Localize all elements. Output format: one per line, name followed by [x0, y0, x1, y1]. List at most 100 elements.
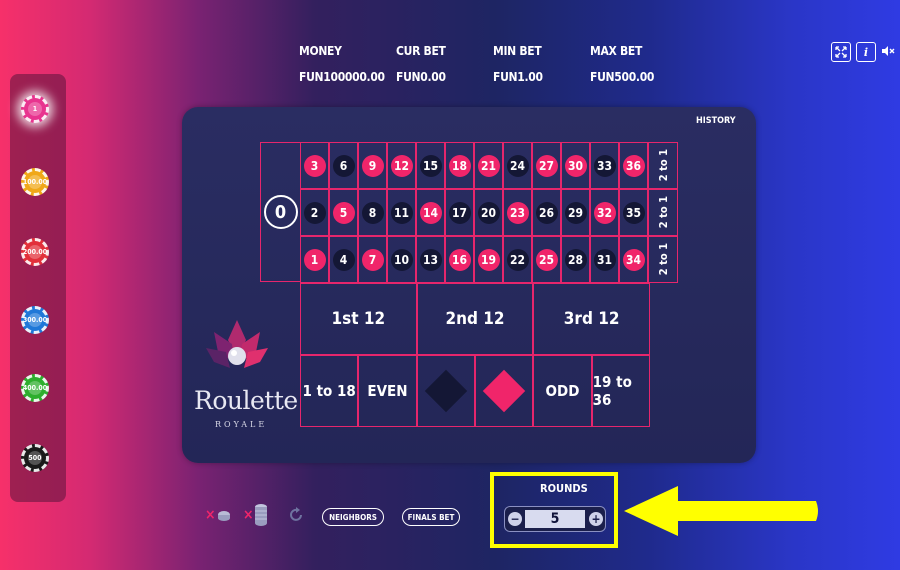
logo-subtitle: ROYALE [215, 420, 268, 429]
history-button[interactable]: HISTORY [696, 116, 736, 126]
number-cell[interactable]: 25 [532, 236, 561, 283]
number-21: 21 [477, 154, 500, 177]
clear-x-icon: × [205, 507, 216, 523]
number-cell[interactable]: 21 [474, 142, 503, 189]
number-34: 34 [622, 248, 645, 271]
chip-6[interactable]: 500 [21, 444, 49, 472]
number-cell[interactable]: 24 [503, 142, 532, 189]
number-cell[interactable]: 36 [619, 142, 648, 189]
number-cell[interactable]: 10 [387, 236, 416, 283]
number-cell[interactable]: 17 [445, 189, 474, 236]
column-bet-label: 2 to 1 [656, 243, 670, 276]
number-29: 29 [564, 201, 587, 224]
high-bet[interactable]: 19 to 36 [591, 355, 650, 427]
number-2: 2 [303, 201, 326, 224]
number-cell[interactable]: 8 [358, 189, 387, 236]
number-cell[interactable]: 31 [590, 236, 619, 283]
clear-last-bet-button[interactable]: × [205, 507, 216, 523]
chip-3[interactable]: 200.00 [21, 238, 49, 266]
rebet-button[interactable] [288, 507, 304, 523]
chip-4[interactable]: 300.00 [21, 306, 49, 334]
even-bet[interactable]: EVEN [358, 355, 417, 427]
number-cell[interactable]: 18 [445, 142, 474, 189]
fullscreen-icon [835, 46, 847, 58]
rounds-increase-button[interactable]: + [589, 512, 603, 526]
column-bet-1[interactable]: 2 to 1 [648, 142, 678, 189]
number-cell[interactable]: 15 [416, 142, 445, 189]
dozen-bet-2[interactable]: 2nd 12 [416, 283, 534, 355]
number-9: 9 [361, 154, 384, 177]
number-cell[interactable]: 2 [300, 189, 329, 236]
current-bet-value: FUN0.00 [396, 70, 446, 84]
chip-1[interactable]: 1 [21, 95, 49, 123]
even-bet-label: EVEN [367, 382, 408, 400]
money-stat: MONEY FUN100000.00 [299, 44, 385, 84]
number-28: 28 [564, 248, 587, 271]
mute-button[interactable] [879, 42, 897, 60]
number-cell[interactable]: 23 [503, 189, 532, 236]
dozen-bet-1[interactable]: 1st 12 [300, 283, 417, 355]
clear-all-bets-button[interactable]: × [243, 507, 254, 523]
number-5: 5 [332, 201, 355, 224]
neighbors-button[interactable]: NEIGHBORS [322, 508, 384, 526]
dozen-label: 1st 12 [331, 309, 386, 329]
number-cell[interactable]: 3 [300, 142, 329, 189]
black-bet[interactable] [416, 355, 475, 427]
rounds-stepper[interactable]: − 5 + [504, 506, 606, 532]
number-cell[interactable]: 14 [416, 189, 445, 236]
chip-value: 400.00 [23, 381, 47, 395]
number-cell[interactable]: 33 [590, 142, 619, 189]
number-24: 24 [506, 154, 529, 177]
min-bet-value: FUN1.00 [493, 70, 543, 84]
number-cell[interactable]: 30 [561, 142, 590, 189]
rounds-value[interactable]: 5 [525, 510, 585, 528]
number-cell[interactable]: 6 [329, 142, 358, 189]
number-22: 22 [506, 248, 529, 271]
red-bet[interactable] [474, 355, 534, 427]
roulette-royale-logo-icon [206, 320, 268, 368]
money-value: FUN100000.00 [299, 70, 385, 84]
number-cell[interactable]: 12 [387, 142, 416, 189]
number-25: 25 [535, 248, 558, 271]
column-bet-3[interactable]: 2 to 1 [648, 236, 678, 283]
chip-2[interactable]: 100.00 [21, 168, 49, 196]
min-bet-stat: MIN BET FUN1.00 [493, 44, 543, 84]
number-cell[interactable]: 20 [474, 189, 503, 236]
chip-value: 1 [28, 102, 42, 116]
number-cell[interactable]: 4 [329, 236, 358, 283]
chip-5[interactable]: 400.00 [21, 374, 49, 402]
number-cell[interactable]: 5 [329, 189, 358, 236]
number-cell[interactable]: 28 [561, 236, 590, 283]
zero-cell[interactable]: 0 [260, 142, 300, 282]
rounds-decrease-button[interactable]: − [508, 512, 522, 526]
number-17: 17 [448, 201, 471, 224]
number-cell[interactable]: 1 [300, 236, 329, 283]
number-12: 12 [390, 154, 413, 177]
low-bet[interactable]: 1 to 18 [300, 355, 359, 427]
number-cell[interactable]: 22 [503, 236, 532, 283]
number-cell[interactable]: 7 [358, 236, 387, 283]
number-35: 35 [622, 201, 645, 224]
number-cell[interactable]: 16 [445, 236, 474, 283]
number-cell[interactable]: 11 [387, 189, 416, 236]
odd-bet[interactable]: ODD [533, 355, 592, 427]
low-bet-label: 1 to 18 [302, 382, 356, 400]
finals-bet-button[interactable]: FINALS BET [402, 508, 460, 526]
fullscreen-button[interactable] [831, 42, 851, 62]
number-8: 8 [361, 201, 384, 224]
number-cell[interactable]: 35 [619, 189, 648, 236]
number-cell[interactable]: 27 [532, 142, 561, 189]
column-bet-2[interactable]: 2 to 1 [648, 189, 678, 236]
number-18: 18 [448, 154, 471, 177]
dozen-label: 3rd 12 [563, 309, 620, 329]
number-cell[interactable]: 13 [416, 236, 445, 283]
number-cell[interactable]: 9 [358, 142, 387, 189]
number-cell[interactable]: 19 [474, 236, 503, 283]
number-cell[interactable]: 32 [590, 189, 619, 236]
info-button[interactable]: i [856, 42, 876, 62]
dozen-bet-3[interactable]: 3rd 12 [533, 283, 650, 355]
number-cell[interactable]: 29 [561, 189, 590, 236]
chip-value: 300.00 [23, 313, 47, 327]
number-cell[interactable]: 34 [619, 236, 648, 283]
number-cell[interactable]: 26 [532, 189, 561, 236]
